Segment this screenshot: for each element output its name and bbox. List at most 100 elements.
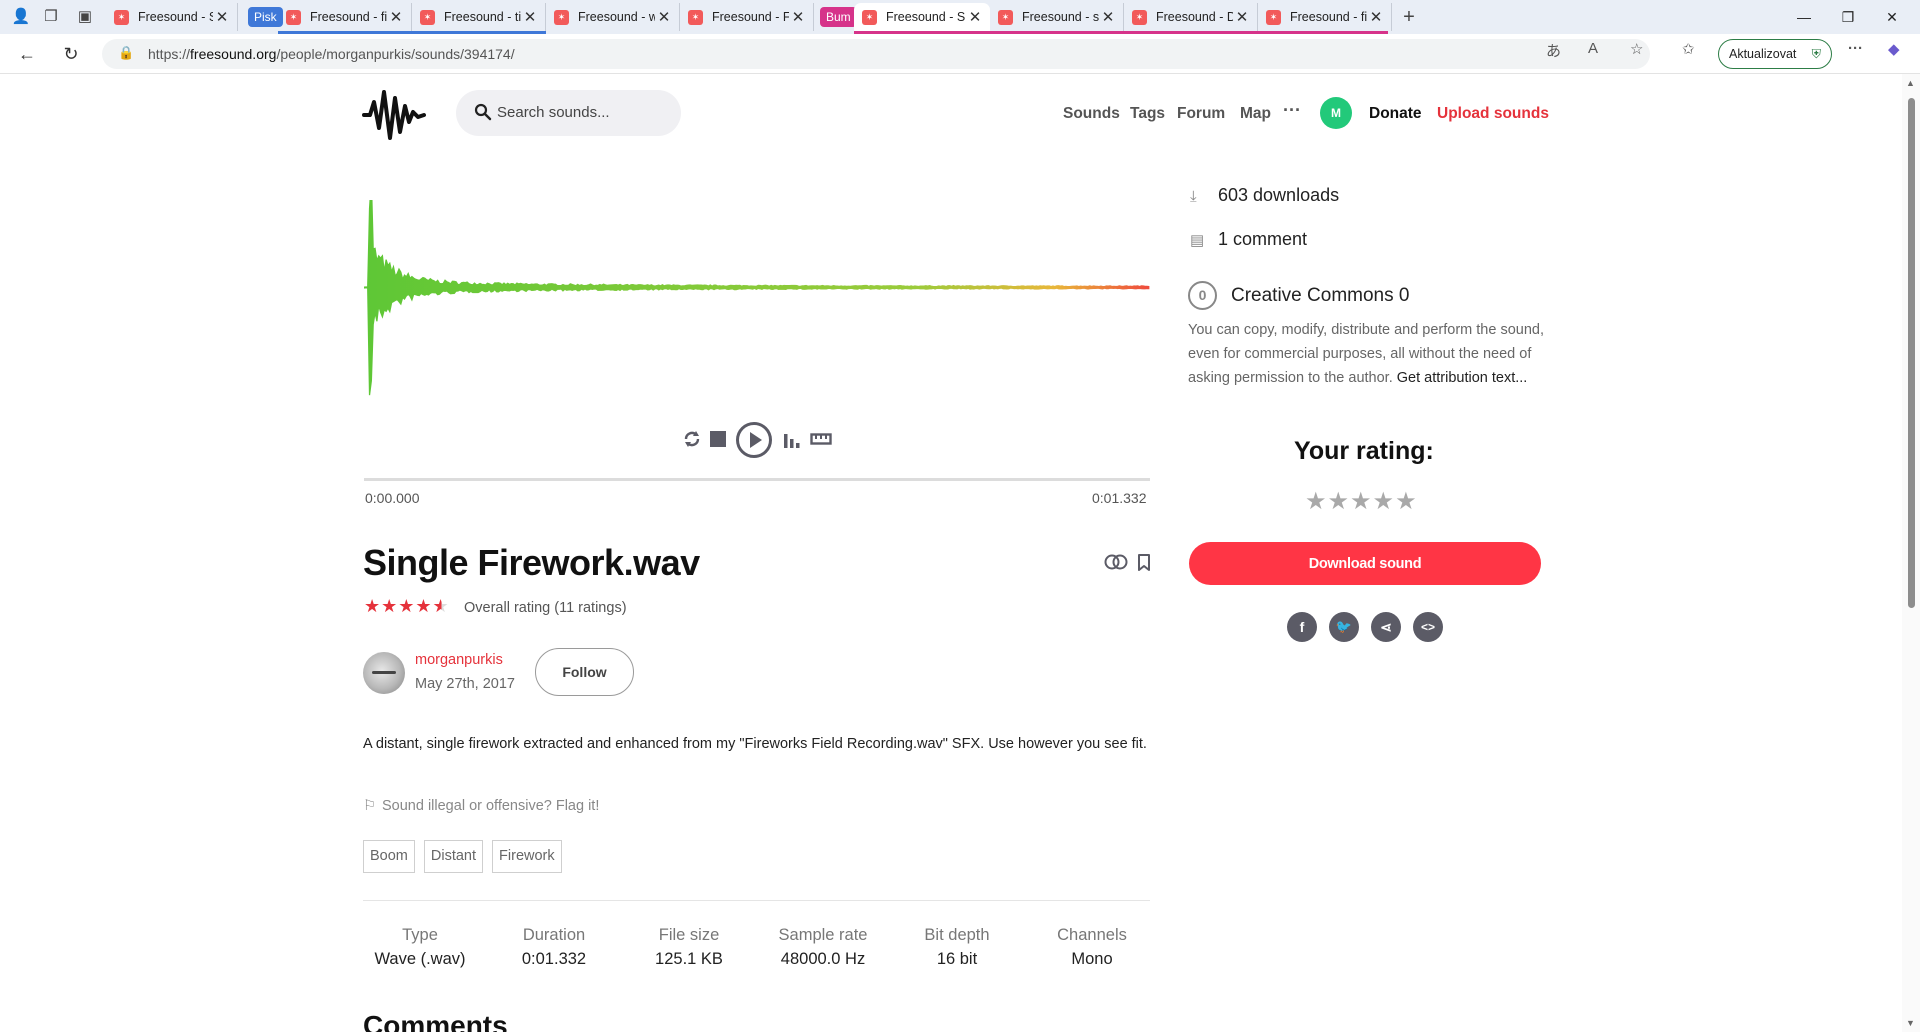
time-end: 0:01.332: [1092, 490, 1147, 506]
share-icon[interactable]: ⋖: [1371, 612, 1401, 642]
tab-actions-icon[interactable]: ▣: [74, 6, 96, 28]
pack-links-icon[interactable]: [1104, 554, 1128, 570]
facebook-share-icon[interactable]: f: [1287, 612, 1317, 642]
embed-code-icon[interactable]: <>: [1413, 612, 1443, 642]
meta-sample-rate: Sample rate 48000.0 Hz: [756, 926, 890, 969]
comments-text: 1 comment: [1218, 229, 1308, 249]
nav-more-icon[interactable]: ···: [1283, 100, 1301, 121]
profile-icon[interactable]: 👤: [10, 6, 32, 28]
nav-forum[interactable]: Forum: [1177, 105, 1225, 123]
browser-tab[interactable]: ✶ Freesound - firewo ✕: [1258, 3, 1392, 31]
close-tab-icon[interactable]: ✕: [521, 8, 539, 26]
translate-icon[interactable]: あ: [1546, 40, 1561, 61]
tag-boom[interactable]: Boom: [363, 840, 415, 873]
downloads-count: ⤓ 603 downloads: [1190, 185, 1339, 206]
browser-tab[interactable]: ✶ Freesound - Firewo ✕: [680, 3, 814, 31]
nav-donate[interactable]: Donate: [1369, 105, 1422, 123]
stop-icon[interactable]: [709, 430, 727, 448]
twitter-share-icon[interactable]: 🐦: [1329, 612, 1359, 642]
search-sounds-input[interactable]: Search sounds...: [456, 90, 681, 136]
address-bar[interactable]: 🔒 https://freesound.org/people/morganpur…: [102, 39, 1650, 69]
user-avatar-button[interactable]: M: [1320, 97, 1352, 129]
nav-upload-sounds[interactable]: Upload sounds: [1437, 105, 1549, 123]
favorites-icon[interactable]: ✩: [1682, 40, 1695, 58]
spectrogram-icon[interactable]: [783, 429, 801, 449]
attribution-link[interactable]: Get attribution text...: [1397, 370, 1528, 386]
restore-icon[interactable]: ❐: [1826, 0, 1870, 34]
uploader-username[interactable]: morganpurkis: [415, 652, 503, 668]
workspaces-icon[interactable]: ❐: [40, 6, 62, 28]
comments-heading: Comments: [363, 1010, 508, 1032]
scroll-up-icon[interactable]: ▲: [1906, 78, 1915, 88]
page-scrollbar[interactable]: ▲ ▼: [1902, 74, 1920, 1032]
ruler-icon[interactable]: [810, 432, 832, 446]
more-menu-icon[interactable]: ···: [1848, 40, 1863, 57]
tag-distant[interactable]: Distant: [423, 840, 484, 873]
url-text: https://freesound.org/people/morganpurki…: [148, 46, 515, 62]
browser-tab-active[interactable]: ✶ Freesound - Single ✕: [854, 3, 990, 31]
close-tab-icon[interactable]: ✕: [655, 8, 673, 26]
close-tab-icon[interactable]: ✕: [387, 8, 405, 26]
favorite-star-icon[interactable]: ☆: [1630, 40, 1643, 58]
tab-label: Freesound - Search: [138, 10, 213, 24]
update-button[interactable]: Aktualizovat ⛨: [1718, 39, 1832, 69]
freesound-favicon-icon: ✶: [420, 9, 435, 25]
nav-sounds[interactable]: Sounds: [1063, 105, 1120, 123]
copilot-icon[interactable]: ◆: [1888, 40, 1900, 58]
sound-title: Single Firework.wav: [363, 542, 700, 583]
download-icon: ⤓: [1190, 188, 1197, 205]
meta-label: Type: [402, 926, 438, 944]
close-tab-icon[interactable]: ✕: [789, 8, 807, 26]
new-tab-icon[interactable]: +: [1398, 6, 1420, 28]
minimize-icon[interactable]: —: [1782, 0, 1826, 34]
close-window-icon[interactable]: ✕: [1870, 0, 1914, 34]
search-placeholder: Search sounds...: [497, 104, 610, 121]
search-icon: [474, 103, 492, 121]
nav-map[interactable]: Map: [1240, 105, 1271, 123]
browser-tab[interactable]: ✶ Freesound - Search ✕: [106, 3, 238, 31]
time-start: 0:00.000: [365, 490, 420, 506]
close-tab-icon[interactable]: ✕: [1099, 8, 1117, 26]
loop-icon[interactable]: [681, 428, 703, 450]
browser-tab[interactable]: ✶ Freesound - tiny_ro ✕: [412, 3, 546, 31]
browser-tab[interactable]: ✶ Freesound - single ✕: [990, 3, 1124, 31]
playback-progress-bar[interactable]: [364, 478, 1150, 481]
update-shield-icon: ⛨: [1811, 47, 1821, 61]
upload-date: May 27th, 2017: [415, 676, 515, 692]
tag-firework[interactable]: Firework: [492, 840, 562, 873]
nav-tags[interactable]: Tags: [1130, 105, 1165, 123]
comments-count[interactable]: ▤ 1 comment: [1190, 229, 1307, 250]
browser-tab[interactable]: ✶ Freesound - firewo ✕: [278, 3, 412, 31]
tab-label: Freesound - tiny_ro: [444, 10, 521, 24]
play-icon[interactable]: [735, 421, 773, 459]
close-tab-icon[interactable]: ✕: [1233, 8, 1251, 26]
tab-group-bum[interactable]: Bum: [820, 7, 857, 27]
read-aloud-icon[interactable]: A: [1588, 40, 1598, 57]
browser-tab[interactable]: ✶ Freesound - whistli ✕: [546, 3, 680, 31]
meta-label: Bit depth: [924, 926, 990, 944]
follow-button[interactable]: Follow: [535, 648, 634, 696]
flag-sound-link[interactable]: ⚐ Sound illegal or offensive? Flag it!: [363, 798, 599, 814]
meta-type: Type Wave (.wav): [353, 926, 487, 969]
overall-rating-stars-icon: ★★★★★: [364, 596, 450, 616]
rate-stars-icon[interactable]: ★★★★★: [1305, 487, 1418, 516]
freesound-favicon-icon: ✶: [998, 9, 1013, 25]
meta-bit-depth: Bit depth 16 bit: [890, 926, 1024, 969]
back-icon[interactable]: ←: [14, 41, 40, 67]
waveform-shape: [364, 200, 1150, 396]
browser-tab[interactable]: ✶ Freesound - Distan ✕: [1124, 3, 1258, 31]
license-title[interactable]: Creative Commons 0: [1231, 285, 1409, 307]
freesound-logo-icon[interactable]: [362, 88, 426, 142]
close-tab-icon[interactable]: ✕: [1367, 8, 1385, 26]
scrollbar-thumb[interactable]: [1908, 98, 1915, 608]
bookmark-icon[interactable]: [1137, 554, 1151, 571]
scroll-down-icon[interactable]: ▼: [1906, 1018, 1915, 1028]
uploader-avatar[interactable]: [363, 652, 405, 694]
close-tab-icon[interactable]: ✕: [213, 8, 231, 26]
comment-icon: ▤: [1190, 232, 1205, 249]
freesound-favicon-icon: ✶: [286, 9, 301, 25]
reload-icon[interactable]: ↻: [58, 41, 84, 67]
close-tab-icon[interactable]: ✕: [966, 8, 984, 26]
download-sound-button[interactable]: Download sound: [1189, 542, 1541, 585]
tab-label: Freesound - Firewo: [712, 10, 789, 24]
